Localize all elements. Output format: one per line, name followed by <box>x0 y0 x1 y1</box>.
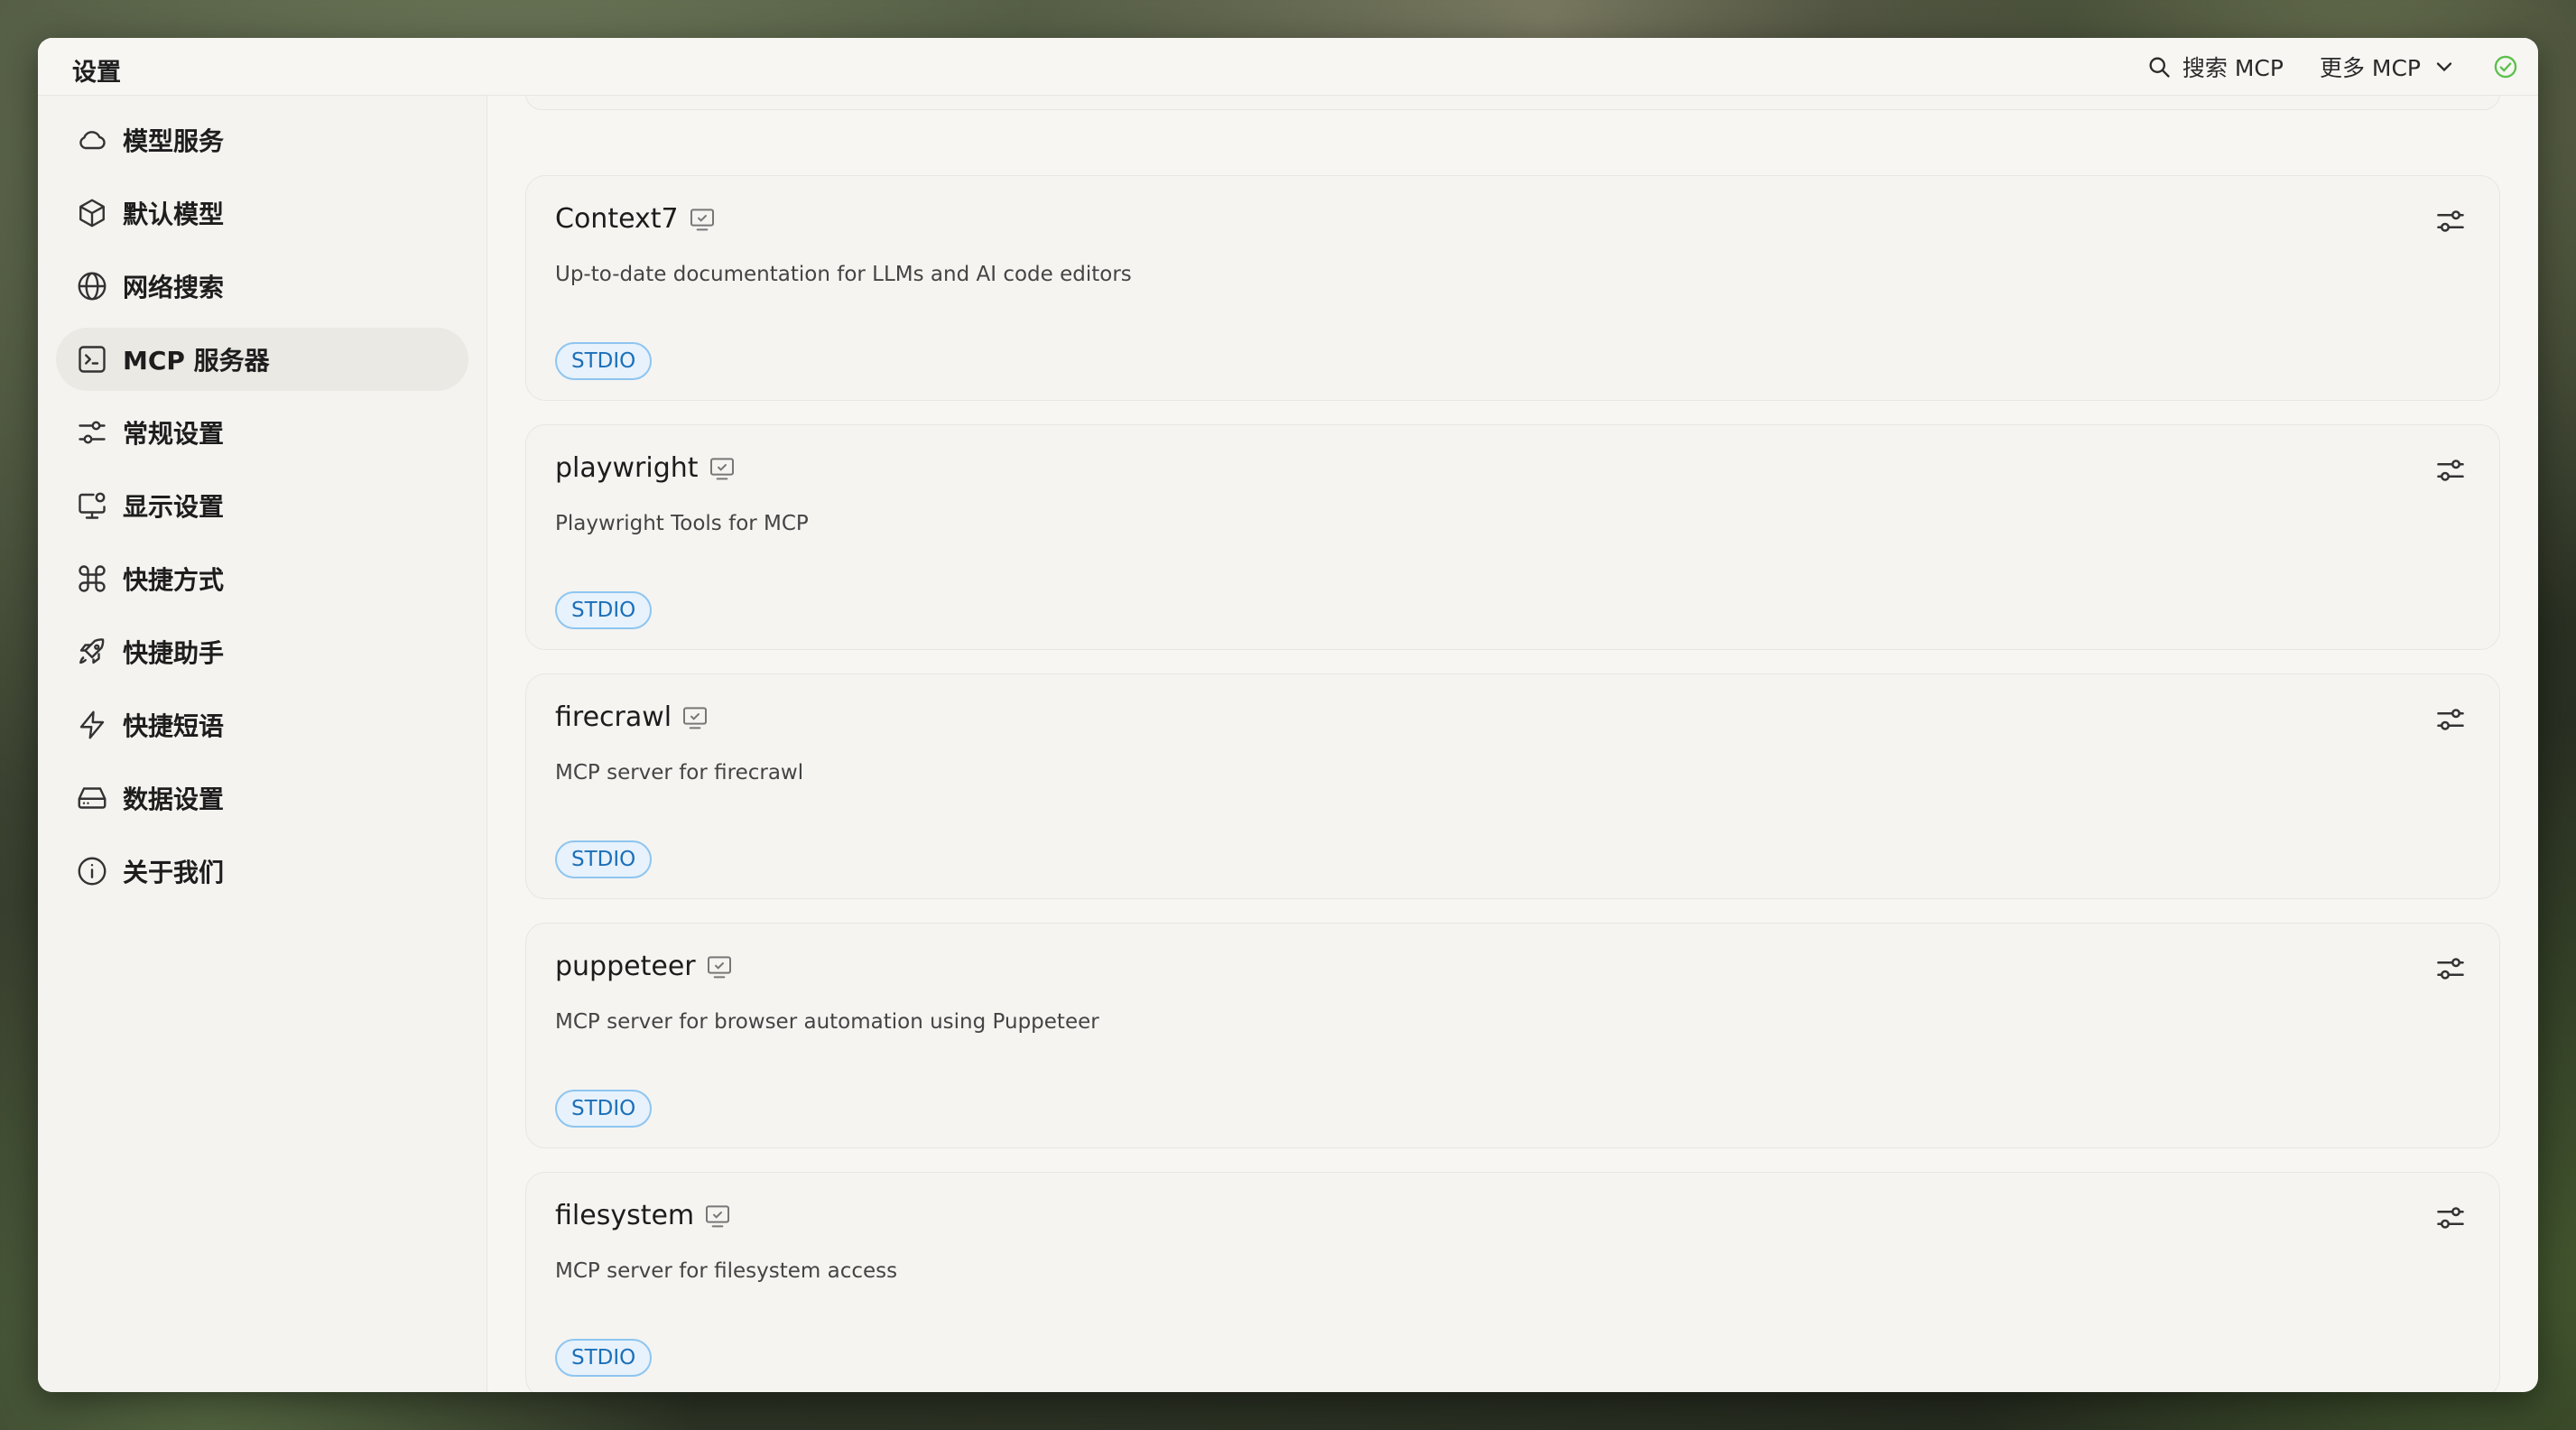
sidebar-item-label: 显示设置 <box>123 492 225 522</box>
sidebar-item-label: 关于我们 <box>123 858 225 887</box>
desktop-icon <box>683 706 708 729</box>
server-card[interactable]: firecrawl MCP server for firecrawl STDIO <box>525 673 2500 899</box>
sidebar-item-quick-assistant[interactable]: 快捷助手 <box>56 620 468 683</box>
server-card[interactable]: playwright Playwright Tools for MCP STDI… <box>525 424 2500 650</box>
sidebar-item-data-settings[interactable]: 数据设置 <box>56 766 468 830</box>
sliders-icon <box>79 421 106 444</box>
server-card[interactable]: puppeteer MCP server for browser automat… <box>525 923 2500 1148</box>
cube-icon <box>79 199 105 228</box>
settings-sliders-icon[interactable] <box>2434 703 2467 736</box>
mcp-server-list: Context7 Up-to-date documentation for LL… <box>487 96 2538 1392</box>
desktop-icon <box>707 955 731 978</box>
server-card[interactable]: filesystem MCP server for filesystem acc… <box>525 1172 2500 1392</box>
sidebar-item-label: 常规设置 <box>123 419 225 449</box>
server-name-row: playwright <box>555 452 737 484</box>
server-name: playwright <box>555 452 699 484</box>
settings-sliders-icon[interactable] <box>2434 952 2467 985</box>
rocket-icon <box>79 638 105 664</box>
globe-icon <box>78 272 107 301</box>
sidebar-item-web-search[interactable]: 网络搜索 <box>56 255 468 318</box>
sidebar-item-general-settings[interactable]: 常规设置 <box>56 401 468 464</box>
sidebar-item-model-service[interactable]: 模型服务 <box>56 108 468 172</box>
desktop-icon <box>709 457 734 479</box>
sidebar-item-about[interactable]: 关于我们 <box>56 840 468 903</box>
sidebar-item-label: 网络搜索 <box>123 273 225 302</box>
more-mcp-dropdown[interactable]: 更多 MCP <box>2320 51 2457 83</box>
desktop-icon <box>706 1204 730 1227</box>
titlebar: 设置 搜索 MCP 更多 MCP <box>38 38 2538 96</box>
settings-sliders-icon[interactable] <box>2434 205 2467 237</box>
settings-sliders-icon[interactable] <box>2434 1202 2467 1234</box>
chevron-down-icon <box>2436 62 2452 72</box>
sidebar-item-label: 数据设置 <box>123 785 225 814</box>
zap-icon <box>79 710 105 739</box>
sidebar: 模型服务 默认模型 网络搜索 MCP 服务器 常规设置 显示设置 快捷方式 快捷… <box>38 96 487 1392</box>
server-description: MCP server for firecrawl <box>555 761 804 785</box>
server-name: Context7 <box>555 203 679 235</box>
sidebar-item-display-settings[interactable]: 显示设置 <box>56 474 468 537</box>
hard-drive-icon <box>78 787 107 809</box>
desktop-icon <box>690 208 714 230</box>
transport-badge: STDIO <box>555 1090 653 1128</box>
sidebar-item-label: MCP 服务器 <box>123 346 270 376</box>
server-name: filesystem <box>555 1200 695 1231</box>
search-mcp-label: 搜索 MCP <box>2182 55 2284 81</box>
server-name: puppeteer <box>555 951 696 982</box>
partial-server-card <box>525 96 2500 110</box>
server-description: MCP server for filesystem access <box>555 1259 898 1283</box>
server-name-row: filesystem <box>555 1200 732 1231</box>
server-name-row: firecrawl <box>555 701 709 733</box>
server-card[interactable]: Context7 Up-to-date documentation for LL… <box>525 175 2500 401</box>
search-mcp-button[interactable]: 搜索 MCP <box>2146 51 2284 83</box>
server-description: Playwright Tools for MCP <box>555 512 809 535</box>
search-icon <box>2149 57 2170 78</box>
terminal-icon <box>79 346 106 373</box>
transport-badge: STDIO <box>555 840 653 878</box>
server-name: firecrawl <box>555 701 672 733</box>
sidebar-item-quick-phrases[interactable]: 快捷短语 <box>56 693 468 757</box>
status-indicator[interactable] <box>2493 54 2518 79</box>
command-icon <box>79 565 106 592</box>
transport-badge: STDIO <box>555 342 653 380</box>
toolbar: 搜索 MCP 更多 MCP <box>2146 38 2518 96</box>
sidebar-item-label: 快捷方式 <box>123 565 225 595</box>
cloud-icon <box>79 131 106 150</box>
transport-badge: STDIO <box>555 1339 653 1377</box>
server-name-row: Context7 <box>555 203 717 235</box>
server-description: MCP server for browser automation using … <box>555 1010 1099 1034</box>
settings-window: 设置 搜索 MCP 更多 MCP 模型服务 默认模型 网络搜索 MCP 服务器 … <box>38 38 2538 1392</box>
server-description: Up-to-date documentation for LLMs and AI… <box>555 263 1132 286</box>
monitor-settings-icon <box>79 492 106 519</box>
server-name-row: puppeteer <box>555 951 734 982</box>
sidebar-item-shortcuts[interactable]: 快捷方式 <box>56 547 468 610</box>
sidebar-item-label: 快捷短语 <box>123 711 225 741</box>
settings-sliders-icon[interactable] <box>2434 454 2467 487</box>
sidebar-item-label: 默认模型 <box>123 200 225 229</box>
sidebar-item-mcp-servers[interactable]: MCP 服务器 <box>56 328 468 391</box>
transport-badge: STDIO <box>555 591 653 629</box>
info-icon <box>78 857 107 886</box>
check-circle-icon <box>2494 55 2517 79</box>
sidebar-item-label: 模型服务 <box>123 126 225 156</box>
window-title: 设置 <box>72 59 121 87</box>
more-mcp-label: 更多 MCP <box>2319 55 2421 81</box>
sidebar-item-default-model[interactable]: 默认模型 <box>56 181 468 245</box>
sidebar-item-label: 快捷助手 <box>123 638 225 668</box>
